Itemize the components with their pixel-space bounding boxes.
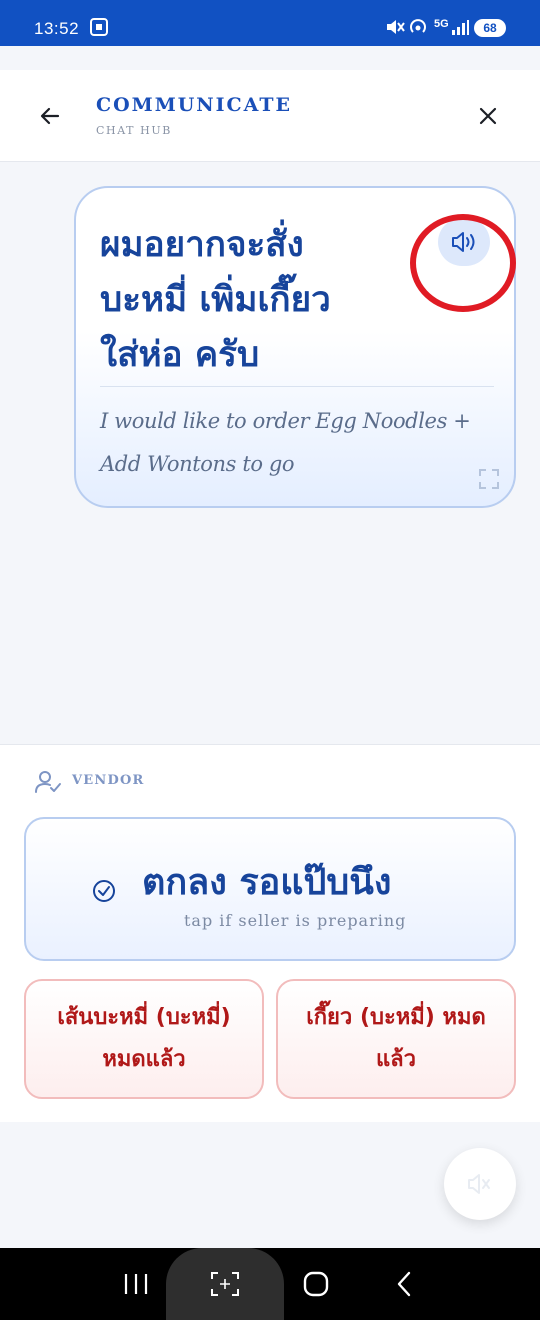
signal-icon (450, 16, 470, 43)
network-label: 5G (434, 18, 449, 30)
hotspot-icon (408, 16, 428, 43)
screen-record-icon (88, 16, 110, 43)
expand-icon (479, 469, 499, 489)
confirm-thai-label: ตกลง รอแป๊บนึง (142, 862, 392, 903)
app-header: COMMUNICATE CHAT HUB (0, 70, 540, 162)
battery-indicator: 68 (474, 19, 506, 37)
close-icon (479, 107, 497, 125)
sold-out-label: เกี๊ยว (บะหมี่) หมดแล้ว (306, 1005, 486, 1072)
close-button[interactable] (470, 98, 506, 134)
confirm-hint: tap if seller is preparing (184, 911, 407, 930)
chevron-left-icon (397, 1271, 411, 1297)
vendor-label: VENDOR (72, 773, 145, 788)
home-button[interactable] (280, 1248, 352, 1320)
sold-out-noodles-button[interactable]: เส้นบะหมี่ (บะหมี่) หมดแล้ว (24, 979, 264, 1099)
page-subtitle: CHAT HUB (96, 124, 172, 137)
speaker-fab-icon (468, 1174, 490, 1194)
english-translation-line: Add Wontons to go (100, 452, 295, 476)
thai-phrase-line: บะหมี่ เพิ่มเกี๊ยว (100, 280, 331, 320)
annotation-circle (410, 214, 516, 312)
sold-out-wontons-button[interactable]: เกี๊ยว (บะหมี่) หมดแล้ว (276, 979, 516, 1099)
capture-icon (211, 1272, 239, 1296)
check-circle-icon (92, 879, 116, 907)
navigation-bar (0, 1248, 540, 1320)
back-button[interactable] (32, 98, 68, 134)
english-translation: I would like to order Egg Noodles + Add … (100, 400, 480, 486)
thai-phrase-line: ใส่ห่อ ครับ (100, 335, 260, 375)
expand-button[interactable] (478, 468, 500, 494)
english-translation-line: I would like to order Egg Noodles + (100, 409, 471, 433)
thai-phrase: ผมอยากจะสั่ง บะหมี่ เพิ่มเกี๊ยว ใส่ห่อ ค… (100, 218, 420, 383)
sold-out-label: เส้นบะหมี่ (บะหมี่) หมดแล้ว (57, 1005, 231, 1072)
recent-apps-button[interactable] (100, 1248, 172, 1320)
nav-back-button[interactable] (368, 1248, 440, 1320)
vendor-user-check-icon (34, 769, 62, 799)
vendor-panel: VENDOR ตกลง รอแป๊บนึง tap if seller is p… (0, 744, 540, 1122)
status-time: 13:52 (34, 19, 80, 38)
card-divider (100, 386, 494, 387)
home-icon (303, 1271, 329, 1297)
confirm-preparing-button[interactable]: ตกลง รอแป๊บนึง tap if seller is preparin… (24, 817, 516, 961)
page-title: COMMUNICATE (96, 94, 293, 116)
status-bar: 13:52 5G 68 (0, 0, 540, 46)
thai-phrase-line: ผมอยากจะสั่ง (100, 225, 304, 265)
floating-speaker-button[interactable] (444, 1148, 516, 1220)
mute-icon (384, 16, 406, 43)
back-arrow-icon (40, 107, 60, 125)
capture-button[interactable] (166, 1248, 284, 1320)
recent-apps-icon (124, 1274, 148, 1294)
